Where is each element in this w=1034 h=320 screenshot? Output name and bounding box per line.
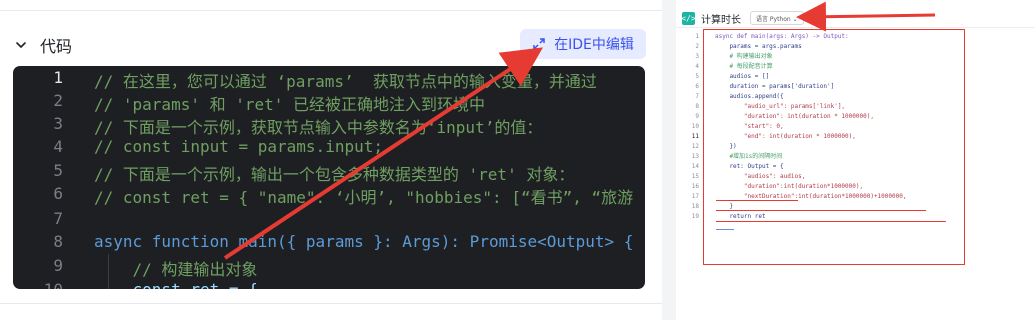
annotation-underline [716,229,734,230]
line-number: 10 [691,123,699,130]
top-divider [0,10,662,11]
line-number: 8 [695,103,699,110]
node-title: 计算时长 [701,14,741,26]
line-number: 14 [691,163,699,170]
code-editor[interactable]: 1 2 3 4 5 6 7 8 9 10 // 在这里，您可以通过 ‘param… [13,66,645,289]
code-line: // 在这里，您可以通过 ‘params’ 获取节点中的输入变量，并通过 [94,72,597,91]
chevron-down-icon[interactable] [14,38,28,52]
line-number: 7 [53,209,63,228]
edit-in-ide-label: 在IDE中编辑 [554,37,634,53]
annotation-underline [716,221,946,222]
line-number: 12 [691,143,699,150]
line-number: 3 [53,114,63,133]
line-number: 16 [691,183,699,190]
code-line: async function main({ params }: Args): P… [94,232,634,251]
line-number: 6 [53,184,63,203]
code-line: // const ret = { "name": ‘小明’, "hobbies"… [94,188,634,207]
code-icon: </> [681,11,696,25]
line-number: 3 [695,53,699,60]
line-number: 9 [695,113,699,120]
annotation-underline [716,200,798,201]
code-line: const ret = { [94,280,258,289]
edit-in-ide-button[interactable]: 在IDE中编辑 [520,29,646,59]
code-line: // 构建输出对象 [94,260,258,279]
line-number: 8 [53,232,63,251]
line-number: 7 [695,93,699,100]
code-line: // 'params' 和 'ret' 已经被正确地注入到环境中 [94,95,486,114]
bottom-divider [0,303,662,304]
line-number: 6 [695,83,699,90]
panel-gap [662,0,676,320]
code-line: // 下面是一个示例，输出一个包含多种数据类型的 'ret' 对象： [94,165,575,184]
code-line: // 下面是一个示例，获取节点输入中参数名为‘input’的值： [94,118,543,137]
line-number-gutter: 1 2 3 4 5 6 7 8 9 10 [13,66,75,289]
code-node-panel: 代码 在IDE中编辑 1 2 3 4 5 6 7 8 9 10 // 在这里，您… [0,0,662,320]
line-number: 5 [695,73,699,80]
line-number: 10 [13,280,75,289]
line-number: 15 [691,173,699,180]
code-section-header[interactable]: 代码 [14,33,72,57]
line-number: 19 [691,213,699,220]
line-number: 1 [53,68,63,87]
right-panel-header: </> 计算时长 语言 Python ⌄ [681,9,804,27]
line-number: 9 [53,256,63,275]
line-number: 4 [53,137,63,156]
line-number: 2 [53,91,63,110]
annotation-highlight-box [703,29,965,265]
line-number: 4 [695,63,699,70]
code-line: // const input = params.input; [94,137,383,156]
line-number: 17 [691,193,699,200]
expand-icon [533,38,545,50]
line-number: 18 [691,203,699,210]
header-divider [676,27,1034,28]
line-number: 2 [695,43,699,50]
line-number: 1 [695,33,699,40]
line-number: 5 [53,161,63,180]
annotation-underline [716,210,926,211]
section-title: 代码 [40,37,73,56]
language-select[interactable]: 语言 Python ⌄ [750,11,804,25]
line-number: 11 [691,133,699,140]
line-number: 13 [691,153,699,160]
